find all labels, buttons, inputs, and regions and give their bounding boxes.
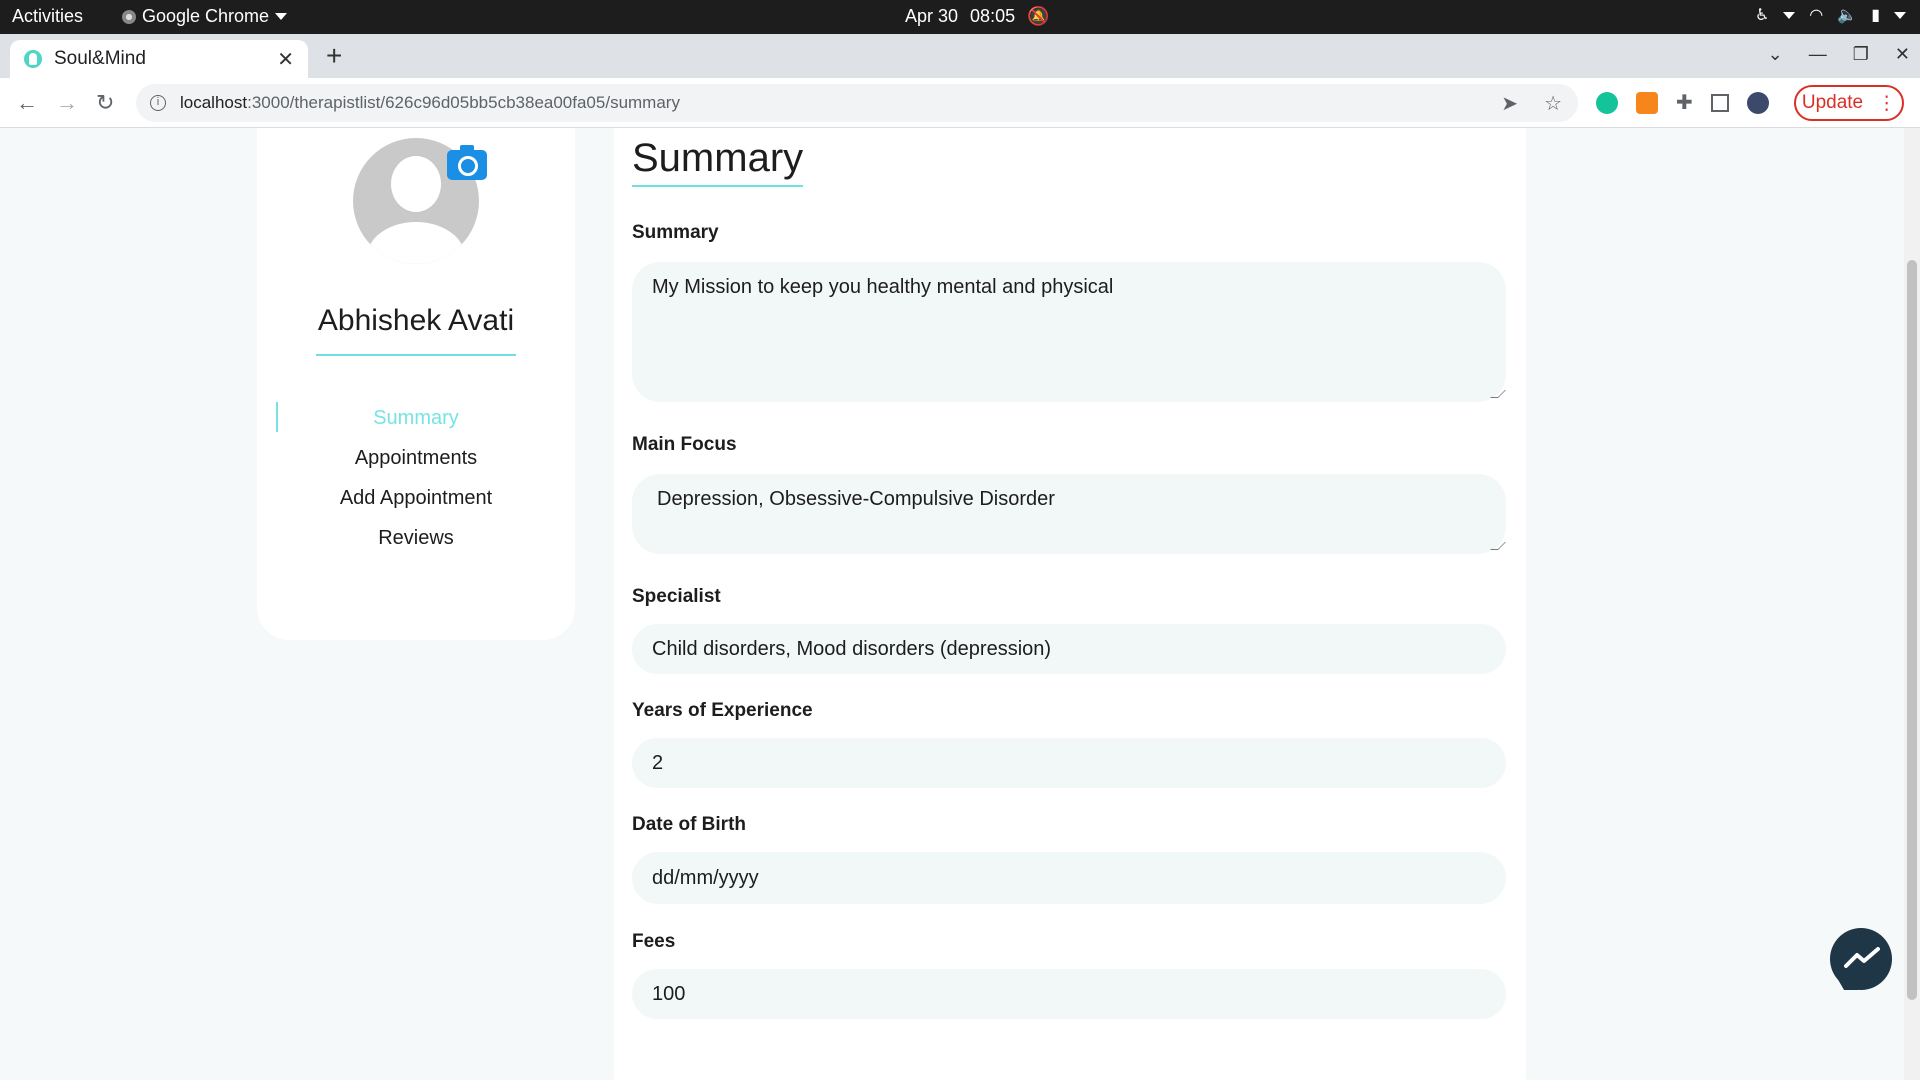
messenger-chat-icon[interactable]	[1830, 928, 1892, 990]
site-favicon-icon	[24, 50, 42, 68]
profile-name: Abhishek Avati	[317, 304, 515, 337]
experience-label: Years of Experience	[632, 700, 813, 721]
summary-form-card: Summary Summary My Mission to keep you h…	[614, 128, 1526, 1080]
page-scrollbar[interactable]	[1904, 128, 1920, 1080]
minimize-icon[interactable]: —	[1809, 44, 1827, 65]
address-bar[interactable]: i localhost:3000/therapistlist/626c96d05…	[136, 84, 1578, 122]
summary-label: Summary	[632, 222, 719, 243]
tab-strip: Soul&Mind ✕	[0, 34, 1920, 78]
restore-icon[interactable]: ❐	[1853, 44, 1869, 65]
scrollbar-thumb[interactable]	[1907, 260, 1917, 1000]
notifications-off-icon: 🔕	[1027, 6, 1050, 26]
sidebar-item-appointments[interactable]: Appointments	[257, 438, 575, 478]
camera-icon[interactable]	[447, 145, 487, 180]
name-underline	[316, 354, 516, 356]
sidebar-nav: Summary Appointments Add Appointment Rev…	[257, 398, 575, 558]
chevron-down-icon	[1783, 11, 1796, 19]
summary-textarea[interactable]: My Mission to keep you healthy mental an…	[632, 262, 1506, 402]
site-info-icon[interactable]: i	[150, 95, 166, 111]
tab-title: Soul&Mind	[54, 48, 146, 69]
dob-label: Date of Birth	[632, 814, 746, 835]
window-controls: ⌄ — ❐ ✕	[1768, 44, 1910, 65]
sidebar-item-summary[interactable]: Summary	[257, 398, 575, 438]
send-icon[interactable]: ➤	[1501, 91, 1518, 116]
chevron-down-icon	[275, 13, 288, 20]
resize-handle[interactable]	[1490, 390, 1506, 398]
battery-icon: ▮	[1871, 7, 1880, 24]
page-title: Summary	[632, 136, 804, 187]
browser-tab[interactable]: Soul&Mind ✕	[10, 40, 308, 78]
main-focus-label: Main Focus	[632, 434, 737, 455]
summary-value: My Mission to keep you healthy mental an…	[652, 276, 1114, 298]
profile-avatar[interactable]	[1746, 91, 1769, 114]
fees-input[interactable]: 100	[632, 969, 1506, 1019]
chrome-icon	[122, 9, 136, 24]
close-tab-icon[interactable]: ✕	[277, 47, 294, 72]
resize-handle[interactable]	[1490, 542, 1506, 550]
main-focus-value: Depression, Obsessive-Compulsive Disorde…	[657, 488, 1055, 510]
accessibility-icon[interactable]: ♿	[1755, 5, 1769, 25]
back-icon[interactable]: ←	[16, 90, 38, 116]
new-tab-button[interactable]: +	[326, 40, 342, 72]
specialist-input[interactable]: Child disorders, Mood disorders (depress…	[632, 624, 1506, 674]
experience-input[interactable]: 2	[632, 738, 1506, 788]
wifi-icon: ◠	[1809, 7, 1824, 24]
extensions-bar: ✚	[1596, 90, 1769, 115]
extensions-puzzle-icon[interactable]: ✚	[1676, 90, 1693, 115]
url-path: :3000/therapistlist/626c96d05bb5cb38ea00…	[247, 93, 680, 112]
reload-icon[interactable]: ↻	[96, 90, 114, 116]
browser-toolbar: ← → ↻ i localhost:3000/therapistlist/626…	[0, 78, 1920, 128]
app-name: Google Chrome	[142, 6, 270, 26]
close-window-icon[interactable]: ✕	[1895, 44, 1910, 65]
update-label: Update	[1801, 92, 1864, 113]
sidebar-item-add-appointment[interactable]: Add Appointment	[257, 478, 575, 518]
system-tray[interactable]: ♿ ◠ 🔈 ▮	[1755, 5, 1906, 25]
side-panel-icon[interactable]	[1710, 93, 1729, 112]
tab-search-icon[interactable]: ⌄	[1768, 44, 1783, 65]
bookmark-star-icon[interactable]: ☆	[1544, 91, 1562, 116]
date-label: Apr 30	[905, 6, 959, 26]
metamask-icon[interactable]	[1636, 91, 1658, 114]
volume-icon: 🔈	[1837, 7, 1858, 24]
page-content: Abhishek Avati Summary Appointments Add …	[0, 128, 1920, 1080]
url-host: localhost	[180, 93, 248, 112]
grammarly-icon[interactable]	[1596, 91, 1618, 114]
update-button[interactable]: Update ⋮	[1794, 85, 1904, 121]
dob-input[interactable]: dd/mm/yyyy	[632, 852, 1506, 904]
more-menu-icon[interactable]: ⋮	[1877, 92, 1896, 115]
main-focus-textarea[interactable]: Depression, Obsessive-Compulsive Disorde…	[632, 474, 1506, 554]
profile-sidebar: Abhishek Avati Summary Appointments Add …	[257, 128, 575, 640]
activities-button[interactable]: Activities	[12, 6, 83, 27]
specialist-label: Specialist	[632, 586, 721, 607]
chevron-down-icon	[1894, 11, 1906, 19]
fees-label: Fees	[632, 931, 676, 952]
forward-icon[interactable]: →	[56, 90, 78, 116]
clock[interactable]: Apr 30 08:05 🔕	[905, 6, 1050, 27]
app-menu[interactable]: Google Chrome	[122, 6, 288, 27]
time-label: 08:05	[970, 6, 1016, 26]
sidebar-item-reviews[interactable]: Reviews	[257, 518, 575, 558]
system-top-bar: Activities Google Chrome Apr 30 08:05 🔕 …	[0, 0, 1920, 34]
